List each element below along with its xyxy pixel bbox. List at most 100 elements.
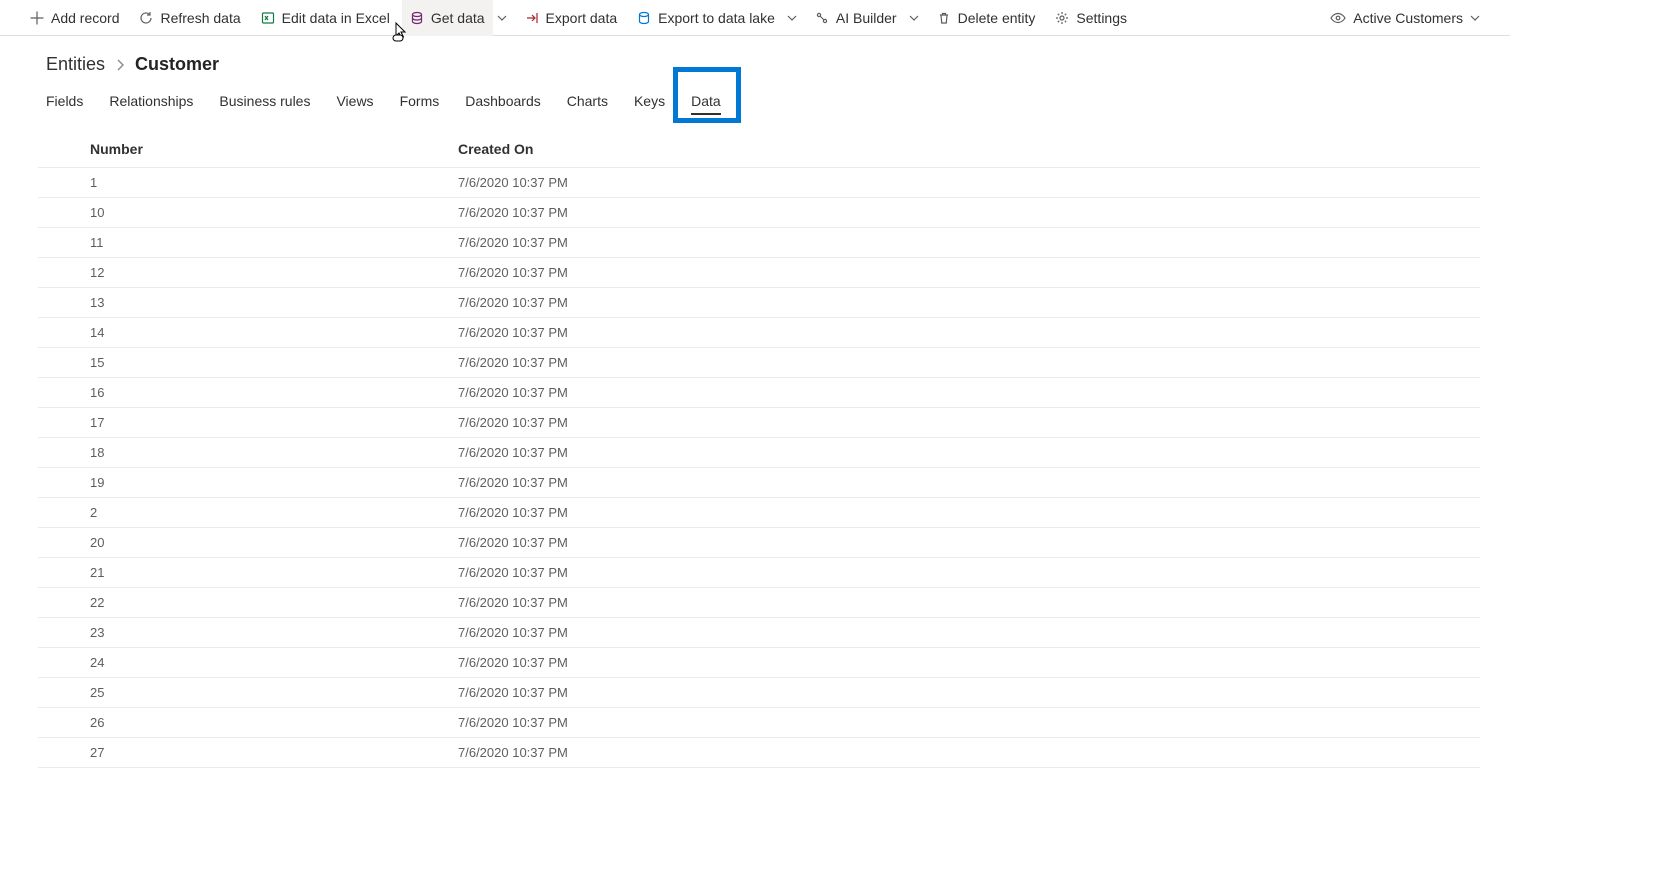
cell-created-on: 7/6/2020 10:37 PM [458,228,1480,258]
cell-created-on: 7/6/2020 10:37 PM [458,588,1480,618]
table-row[interactable]: 157/6/2020 10:37 PM [38,348,1480,378]
tab-forms[interactable]: Forms [400,93,440,115]
cell-created-on: 7/6/2020 10:37 PM [458,198,1480,228]
refresh-data-label: Refresh data [160,10,240,26]
edit-excel-label: Edit data in Excel [282,10,390,26]
table-row[interactable]: 277/6/2020 10:37 PM [38,738,1480,768]
table-row[interactable]: 247/6/2020 10:37 PM [38,648,1480,678]
view-selector[interactable]: Active Customers [1328,0,1482,36]
cell-created-on: 7/6/2020 10:37 PM [458,408,1480,438]
tab-keys[interactable]: Keys [634,93,665,115]
breadcrumb: Entities Customer [0,36,1510,83]
chevron-down-icon [497,13,507,23]
tab-dashboards[interactable]: Dashboards [465,93,541,115]
tab-views[interactable]: Views [336,93,373,115]
settings-button[interactable]: Settings [1053,0,1129,36]
cell-number: 14 [38,318,458,348]
cell-created-on: 7/6/2020 10:37 PM [458,438,1480,468]
cell-number: 24 [38,648,458,678]
table-row[interactable]: 117/6/2020 10:37 PM [38,228,1480,258]
cell-created-on: 7/6/2020 10:37 PM [458,468,1480,498]
cell-number: 10 [38,198,458,228]
cell-number: 20 [38,528,458,558]
table-row[interactable]: 167/6/2020 10:37 PM [38,378,1480,408]
cell-number: 27 [38,738,458,768]
cell-number: 19 [38,468,458,498]
table-row[interactable]: 27/6/2020 10:37 PM [38,498,1480,528]
get-data-button[interactable]: Get data [402,0,493,36]
refresh-icon [139,11,153,25]
ai-builder-dropdown[interactable] [909,13,919,23]
table-row[interactable]: 17/6/2020 10:37 PM [38,168,1480,198]
cell-number: 13 [38,288,458,318]
column-header-created-on[interactable]: Created On [458,133,1480,168]
column-header-number[interactable]: Number [38,133,458,168]
delete-entity-label: Delete entity [958,10,1036,26]
cell-created-on: 7/6/2020 10:37 PM [458,318,1480,348]
get-data-label: Get data [431,10,485,26]
table-row[interactable]: 187/6/2020 10:37 PM [38,438,1480,468]
data-lake-icon [637,11,651,25]
table-row[interactable]: 207/6/2020 10:37 PM [38,528,1480,558]
export-icon [525,11,539,25]
add-record-button[interactable]: Add record [28,0,121,36]
chevron-right-icon [115,59,125,71]
cell-created-on: 7/6/2020 10:37 PM [458,528,1480,558]
data-grid: Number Created On 17/6/2020 10:37 PM107/… [38,133,1480,773]
export-data-button[interactable]: Export data [523,0,620,36]
cell-created-on: 7/6/2020 10:37 PM [458,498,1480,528]
cell-created-on: 7/6/2020 10:37 PM [458,288,1480,318]
cell-created-on: 7/6/2020 10:37 PM [458,708,1480,738]
cell-number: 16 [38,378,458,408]
table-row[interactable]: 147/6/2020 10:37 PM [38,318,1480,348]
cell-number: 11 [38,228,458,258]
export-lake-button[interactable]: Export to data lake [635,0,777,36]
table-row[interactable]: 107/6/2020 10:37 PM [38,198,1480,228]
tab-charts[interactable]: Charts [567,93,608,115]
view-selector-label: Active Customers [1353,10,1463,26]
table-row[interactable]: 257/6/2020 10:37 PM [38,678,1480,708]
table-row[interactable]: 137/6/2020 10:37 PM [38,288,1480,318]
ai-builder-button[interactable]: AI Builder [813,0,899,36]
cell-created-on: 7/6/2020 10:37 PM [458,258,1480,288]
chevron-down-icon [787,13,797,23]
add-record-label: Add record [51,10,119,26]
export-data-label: Export data [546,10,618,26]
cell-created-on: 7/6/2020 10:37 PM [458,678,1480,708]
cell-number: 2 [38,498,458,528]
cell-created-on: 7/6/2020 10:37 PM [458,378,1480,408]
cell-number: 21 [38,558,458,588]
chevron-down-icon [909,13,919,23]
table-row[interactable]: 227/6/2020 10:37 PM [38,588,1480,618]
cell-number: 22 [38,588,458,618]
table-row[interactable]: 237/6/2020 10:37 PM [38,618,1480,648]
delete-entity-button[interactable]: Delete entity [935,0,1038,36]
breadcrumb-leaf: Customer [135,54,219,75]
export-lake-dropdown[interactable] [787,13,797,23]
command-bar: Add record Refresh data Edit data in Exc… [0,0,1510,36]
get-data-dropdown[interactable] [497,13,507,23]
cell-created-on: 7/6/2020 10:37 PM [458,618,1480,648]
cell-created-on: 7/6/2020 10:37 PM [458,738,1480,768]
tab-fields[interactable]: Fields [46,93,83,115]
table-row[interactable]: 217/6/2020 10:37 PM [38,558,1480,588]
refresh-data-button[interactable]: Refresh data [137,0,242,36]
gear-icon [1055,11,1069,25]
breadcrumb-root[interactable]: Entities [46,54,105,75]
cell-number: 17 [38,408,458,438]
table-row[interactable]: 197/6/2020 10:37 PM [38,468,1480,498]
table-row[interactable]: 267/6/2020 10:37 PM [38,708,1480,738]
table-row[interactable]: 177/6/2020 10:37 PM [38,408,1480,438]
table-row[interactable]: 127/6/2020 10:37 PM [38,258,1480,288]
tab-data[interactable]: Data [691,93,721,115]
export-lake-label: Export to data lake [658,10,775,26]
edit-excel-button[interactable]: Edit data in Excel [259,0,392,36]
tab-business-rules[interactable]: Business rules [219,93,310,115]
tab-relationships[interactable]: Relationships [109,93,193,115]
database-icon [410,11,424,25]
cell-number: 23 [38,618,458,648]
cell-created-on: 7/6/2020 10:37 PM [458,348,1480,378]
eye-icon [1330,11,1346,25]
excel-icon [261,11,275,25]
trash-icon [937,11,951,25]
